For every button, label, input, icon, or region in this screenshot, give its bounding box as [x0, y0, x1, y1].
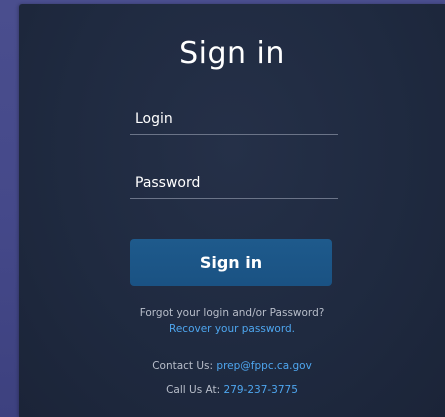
signin-card: Sign in Sign in Forgot your login and/or…: [19, 4, 445, 417]
password-input[interactable]: [130, 172, 338, 199]
call-line: Call Us At: 279-237-3775: [19, 384, 445, 396]
contact-label: Contact Us:: [152, 360, 214, 372]
sign-in-button[interactable]: Sign in: [130, 239, 332, 286]
login-input[interactable]: [130, 108, 338, 135]
page-title: Sign in: [179, 36, 285, 71]
forgot-text: Forgot your login and/or Password?: [139, 307, 325, 319]
recover-password-link[interactable]: Recover your password.: [169, 323, 295, 335]
contact-line: Contact Us: prep@fppc.ca.gov: [19, 360, 445, 372]
call-phone-link[interactable]: 279-237-3775: [224, 384, 298, 396]
contact-email-link[interactable]: prep@fppc.ca.gov: [216, 360, 311, 372]
recover-line: Recover your password.: [19, 323, 445, 335]
call-label: Call Us At:: [166, 384, 221, 396]
